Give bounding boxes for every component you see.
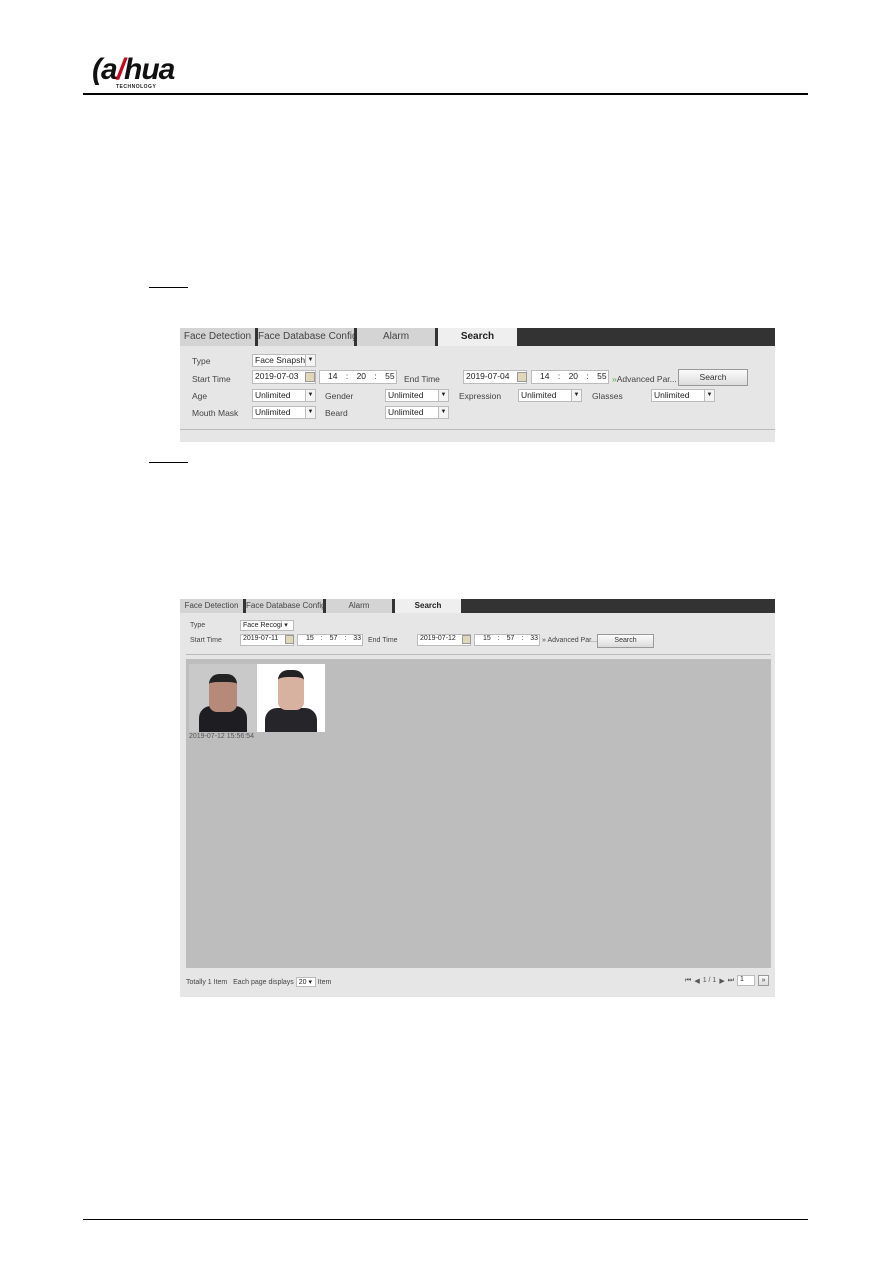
mouth-mask-select[interactable]: Unlimited ▼ — [252, 406, 316, 419]
age-select[interactable]: Unlimited ▼ — [252, 389, 316, 402]
calendar-icon[interactable] — [285, 635, 294, 644]
dahua-logo: (a/hua TECHNOLOGY — [92, 53, 175, 91]
tab-alarm[interactable]: Alarm — [326, 599, 395, 613]
calendar-icon[interactable] — [305, 372, 315, 382]
start-time-label: Start Time — [192, 374, 231, 384]
glasses-label: Glasses — [592, 391, 623, 401]
chevron-down-icon: ▼ — [704, 390, 714, 401]
divider — [186, 654, 771, 655]
end-time-input[interactable]: 15 : 57 : 33 — [474, 634, 540, 646]
footer-rule — [83, 1219, 808, 1220]
chevron-down-icon: ▾ — [284, 622, 288, 629]
tab-search[interactable]: Search — [395, 599, 461, 613]
start-time-input[interactable]: 15 : 57 : 33 — [297, 634, 363, 646]
prev-page-icon[interactable]: ◀ — [694, 977, 699, 985]
beard-label: Beard — [325, 408, 348, 418]
header-rule — [83, 93, 808, 95]
chevron-down-icon: ▼ — [305, 355, 315, 366]
start-time-label: Start Time — [190, 637, 222, 644]
mouth-mask-label: Mouth Mask — [192, 408, 239, 418]
type-label: Type — [190, 622, 206, 629]
tab-alarm[interactable]: Alarm — [357, 328, 438, 346]
end-time-input[interactable]: 14 : 20 : 55 — [531, 370, 609, 384]
pagination-summary: Totally 1 Item Each page displays 20 ▾ I… — [186, 977, 332, 987]
age-label: Age — [192, 391, 208, 401]
start-time-input[interactable]: 14 : 20 : 55 — [319, 370, 397, 384]
type-label: Type — [192, 356, 211, 366]
advanced-params-link[interactable]: » Advanced Par... — [542, 637, 597, 644]
gender-label: Gender — [325, 391, 354, 401]
end-time-label: End Time — [368, 637, 398, 644]
expand-icon: » — [542, 637, 546, 644]
divider — [180, 429, 775, 430]
beard-select[interactable]: Unlimited ▼ — [385, 406, 449, 419]
expression-select[interactable]: Unlimited ▼ — [518, 389, 582, 402]
step-underline — [149, 287, 188, 288]
chevron-down-icon: ▼ — [305, 407, 315, 418]
tab-face-detection[interactable]: Face Detection — [180, 328, 258, 346]
chevron-down-icon: ▼ — [571, 390, 581, 401]
advanced-params-link[interactable]: »Advanced Par... — [612, 374, 677, 384]
goto-page-button[interactable]: » — [758, 975, 770, 986]
page-indicator: 1 / 1 — [702, 977, 717, 984]
last-page-icon[interactable]: ⏭ — [728, 977, 734, 985]
snapshot-thumbnail[interactable] — [189, 664, 257, 732]
search-button[interactable]: Search — [597, 634, 654, 648]
step-underline — [149, 462, 188, 463]
database-face-thumbnail[interactable] — [257, 664, 325, 732]
next-page-icon[interactable]: ▶ — [719, 977, 724, 985]
type-select[interactable]: Face Snapsh ▼ — [252, 354, 316, 367]
gender-select[interactable]: Unlimited ▼ — [385, 389, 449, 402]
end-time-label: End Time — [404, 374, 440, 384]
type-select[interactable]: Face Recogi ▾ — [240, 620, 294, 631]
calendar-icon[interactable] — [462, 635, 471, 644]
per-page-select[interactable]: 20 ▾ — [295, 977, 316, 987]
chevron-down-icon: ▼ — [438, 407, 448, 418]
glasses-select[interactable]: Unlimited ▼ — [651, 389, 715, 402]
goto-page-input[interactable]: 1 — [737, 975, 756, 986]
search-panel-screenshot-2: Face Detection Face Database Config Alar… — [180, 599, 775, 997]
tab-search[interactable]: Search — [438, 328, 517, 346]
chevron-down-icon: ▼ — [438, 390, 448, 401]
pagination-controls: ⏮ ◀ 1 / 1 ▶ ⏭ 1 » — [685, 975, 770, 986]
tab-face-detection[interactable]: Face Detection — [180, 599, 246, 613]
tab-face-database-config[interactable]: Face Database Config — [246, 599, 326, 613]
chevron-down-icon: ▼ — [305, 390, 315, 401]
results-area: 2019-07-12 15:56:54 — [186, 659, 771, 968]
first-page-icon[interactable]: ⏮ — [685, 977, 691, 985]
search-button[interactable]: Search — [678, 369, 748, 386]
calendar-icon[interactable] — [517, 372, 527, 382]
expression-label: Expression — [459, 391, 502, 401]
result-timestamp: 2019-07-12 15:56:54 — [189, 733, 254, 740]
tab-face-database-config[interactable]: Face Database Config — [258, 328, 357, 346]
search-panel-screenshot-1: Face Detection Face Database Config Alar… — [180, 328, 775, 442]
